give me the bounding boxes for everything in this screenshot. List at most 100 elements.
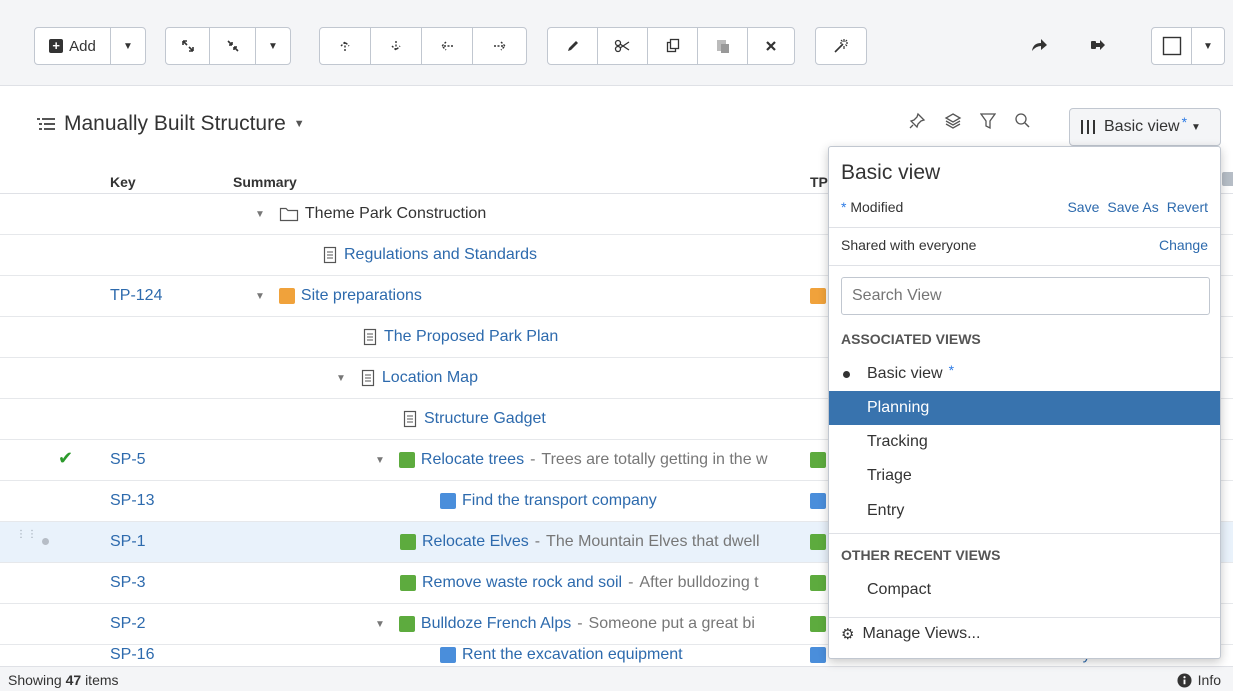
paste-button[interactable]	[698, 28, 748, 64]
row-summary[interactable]: The Proposed Park Plan	[384, 328, 558, 346]
drag-handle-icon[interactable]: ⋮⋮	[16, 530, 38, 540]
pencil-icon	[567, 41, 578, 51]
modified-star: *	[841, 199, 847, 215]
key-cell[interactable]: SP-2	[110, 604, 146, 644]
view-actions: Save Save As Revert	[1067, 199, 1208, 215]
row-summary[interactable]: Site preparations	[301, 287, 422, 305]
expand-button[interactable]	[166, 28, 210, 64]
view-selector-button[interactable]: Basic view * ▼	[1069, 108, 1221, 146]
row-summary[interactable]: Relocate trees	[421, 451, 524, 469]
revert-link[interactable]: Revert	[1167, 199, 1208, 215]
columns-icon	[1081, 120, 1095, 134]
move-up-button[interactable]	[320, 28, 371, 64]
expand-triangle-icon[interactable]: ▼	[255, 209, 265, 220]
search-view-input[interactable]	[841, 277, 1210, 315]
document-icon	[403, 410, 417, 428]
row-summary[interactable]: Location Map	[382, 369, 478, 387]
search-button[interactable]	[1014, 112, 1030, 133]
expand-icon	[181, 40, 194, 52]
view-item-entry[interactable]: Entry	[829, 494, 1220, 528]
key-cell[interactable]: SP-16	[110, 645, 154, 664]
expand-triangle-icon[interactable]: ▼	[375, 619, 385, 630]
key-column-header[interactable]: Key	[110, 174, 136, 190]
expand-triangle-icon[interactable]: ▼	[375, 455, 385, 466]
view-item-tracking[interactable]: Tracking	[829, 425, 1220, 459]
chevron-down-icon: ▼	[1191, 121, 1201, 133]
view-item-basic[interactable]: Basic view *	[829, 357, 1220, 391]
row-summary[interactable]: Structure Gadget	[424, 410, 546, 428]
info-button[interactable]: Info	[1177, 672, 1221, 688]
structure-title: Manually Built Structure	[64, 112, 286, 135]
move-left-button[interactable]	[422, 28, 473, 64]
manage-views-label: Manage Views...	[862, 625, 981, 642]
layers-button[interactable]	[944, 112, 962, 133]
modified-indicator: * Modified	[841, 199, 903, 215]
gear-icon: ⚙	[841, 626, 855, 643]
save-link[interactable]: Save	[1067, 199, 1099, 215]
structure-title-row[interactable]: Manually Built Structure ▼	[36, 112, 305, 136]
row-marker-icon	[42, 538, 49, 545]
move-right-button[interactable]	[473, 28, 526, 64]
view-dropdown: Basic view * Modified Save Save As Rever…	[828, 146, 1221, 659]
add-group: + Add ▼	[34, 27, 146, 65]
story-issue-icon	[398, 616, 415, 632]
row-summary[interactable]: Remove waste rock and soil	[422, 574, 622, 592]
layout-group: ▼	[1151, 27, 1225, 65]
delete-button[interactable]	[748, 28, 794, 64]
move-down-button[interactable]	[371, 28, 422, 64]
story-issue-icon	[400, 575, 416, 591]
idea-issue-icon	[810, 288, 826, 304]
expand-triangle-icon[interactable]: ▼	[336, 373, 346, 384]
sign-out-icon	[1091, 40, 1105, 50]
showing-prefix: Showing	[8, 672, 62, 688]
panel-toggle-button[interactable]	[1152, 28, 1192, 64]
row-summary[interactable]: Bulldoze French Alps	[421, 615, 571, 633]
add-dropdown-button[interactable]: ▼	[111, 28, 145, 64]
view-item-compact[interactable]: Compact	[829, 573, 1220, 607]
expand-triangle-icon[interactable]: ▼	[255, 291, 265, 302]
add-button[interactable]: + Add	[35, 28, 111, 64]
view-item-label: Tracking	[867, 433, 928, 450]
view-selector-label: Basic view	[1104, 118, 1180, 135]
other-views-header: OTHER RECENT VIEWS	[841, 547, 1001, 563]
divider	[829, 265, 1220, 266]
panel-dropdown-button[interactable]: ▼	[1192, 28, 1224, 64]
add-column-icon[interactable]	[1222, 172, 1233, 186]
summary-column-header[interactable]: Summary	[233, 174, 297, 190]
info-icon	[1177, 672, 1192, 688]
manage-views-link[interactable]: ⚙ Manage Views...	[841, 625, 980, 643]
filter-button[interactable]	[979, 112, 997, 133]
automation-button[interactable]	[816, 28, 866, 64]
tp-column-header[interactable]: TP	[810, 174, 828, 190]
share-button[interactable]	[1030, 37, 1048, 56]
collapse-button[interactable]	[210, 28, 256, 64]
summary-cell: ▼ Theme Park Construction	[255, 194, 486, 234]
arrow-left-icon	[441, 41, 453, 51]
expand-dropdown-button[interactable]: ▼	[256, 28, 290, 64]
row-summary[interactable]: Find the transport company	[462, 492, 657, 510]
folder-icon	[279, 207, 299, 222]
structure-list-icon	[37, 118, 55, 130]
edit-button[interactable]	[548, 28, 598, 64]
view-item-triage[interactable]: Triage	[829, 459, 1220, 493]
plus-square-icon: +	[49, 39, 64, 53]
save-as-link[interactable]: Save As	[1107, 199, 1158, 215]
key-cell[interactable]: SP-13	[110, 481, 154, 521]
pin-button[interactable]	[908, 112, 926, 133]
export-button[interactable]	[1090, 38, 1106, 55]
key-cell[interactable]: SP-3	[110, 563, 146, 603]
row-summary[interactable]: Rent the excavation equipment	[462, 646, 683, 664]
key-cell[interactable]: TP-124	[110, 276, 162, 316]
associated-views-header: ASSOCIATED VIEWS	[841, 331, 981, 347]
key-cell[interactable]: SP-1	[110, 522, 146, 562]
modified-star: *	[1181, 114, 1188, 130]
row-summary[interactable]: Relocate Elves	[422, 533, 529, 551]
cut-button[interactable]	[598, 28, 648, 64]
document-icon	[323, 246, 337, 264]
change-sharing-link[interactable]: Change	[1159, 237, 1208, 253]
row-summary[interactable]: Regulations and Standards	[344, 246, 537, 264]
view-item-planning[interactable]: Planning	[829, 391, 1220, 425]
key-cell[interactable]: SP-5	[110, 440, 146, 480]
row-description: Trees are totally getting in the w	[541, 451, 768, 468]
copy-button[interactable]	[648, 28, 698, 64]
